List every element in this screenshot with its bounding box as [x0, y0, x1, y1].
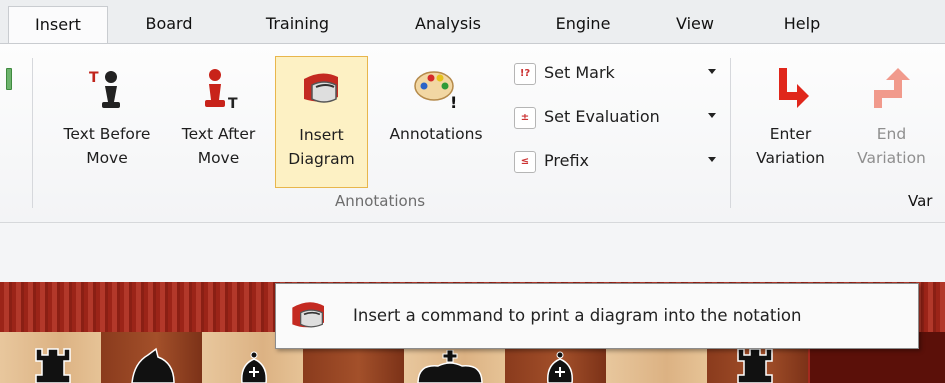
- insert-diagram-label: Insert Diagram: [288, 126, 355, 168]
- annotations-group-label: Annotations: [334, 192, 426, 210]
- svg-text:T: T: [89, 70, 99, 86]
- end-variation-label: End Variation: [857, 125, 926, 167]
- group-separator: [730, 58, 731, 208]
- tooltip: Insert a command to print a diagram into…: [275, 283, 919, 349]
- set-evaluation-button[interactable]: ± Set Evaluation: [510, 103, 722, 133]
- tab-engine[interactable]: Engine: [533, 6, 633, 44]
- black-rook-icon[interactable]: [732, 345, 778, 383]
- diagram-icon: [303, 73, 338, 103]
- tooltip-text: Insert a command to print a diagram into…: [353, 306, 802, 325]
- set-mark-icon: !?: [514, 63, 536, 85]
- prefix-label: Prefix: [544, 151, 589, 170]
- black-bishop-icon[interactable]: [538, 345, 582, 383]
- chevron-down-icon[interactable]: [708, 69, 716, 74]
- text-after-move-label: Text After Move: [181, 125, 256, 167]
- insert-diagram-button[interactable]: Insert Diagram: [275, 56, 368, 188]
- end-variation-button[interactable]: End Variation: [838, 56, 945, 188]
- chevron-down-icon[interactable]: [708, 113, 716, 118]
- tab-view[interactable]: View: [655, 6, 735, 44]
- ribbon-panel: T Text Before Move T Text After Move Ins…: [0, 43, 945, 223]
- tab-training[interactable]: Training: [245, 6, 350, 44]
- black-rook-icon[interactable]: [30, 345, 76, 383]
- ribbon-collapse-marker[interactable]: [6, 68, 12, 90]
- set-mark-label: Set Mark: [544, 63, 615, 82]
- tab-insert[interactable]: Insert: [8, 6, 108, 44]
- tab-analysis[interactable]: Analysis: [393, 6, 503, 44]
- svg-text:T: T: [228, 96, 238, 112]
- ribbon-tab-bar: Insert Board Training Analysis Engine Vi…: [0, 0, 945, 44]
- pawn-text-before-icon: T: [89, 70, 120, 108]
- text-before-move-label: Text Before Move: [63, 125, 151, 167]
- tab-help[interactable]: Help: [762, 6, 842, 44]
- annotations-button[interactable]: ! Annotations: [370, 56, 502, 188]
- prefix-button[interactable]: ≤ Prefix: [510, 147, 722, 177]
- black-king-icon[interactable]: [414, 350, 486, 383]
- text-before-move-button[interactable]: T Text Before Move: [48, 56, 166, 188]
- black-knight-icon[interactable]: [122, 345, 182, 383]
- set-mark-button[interactable]: !? Set Mark: [510, 59, 722, 89]
- enter-variation-button[interactable]: Enter Variation: [743, 56, 838, 188]
- chevron-down-icon[interactable]: [708, 157, 716, 162]
- annotations-label: Annotations: [389, 125, 483, 143]
- pawn-text-after-icon: T: [204, 69, 238, 112]
- enter-arrow-icon: [778, 68, 809, 108]
- variations-group-label: Var: [908, 192, 933, 210]
- palette-icon: !: [414, 71, 457, 112]
- enter-variation-label: Enter Variation: [756, 125, 825, 167]
- group-separator: [32, 58, 33, 208]
- set-evaluation-icon: ±: [514, 107, 536, 129]
- prefix-icon: ≤: [514, 151, 536, 173]
- toolbar-empty-area: [0, 224, 945, 282]
- tab-board[interactable]: Board: [124, 6, 214, 44]
- end-arrow-icon: [873, 68, 910, 108]
- diagram-icon: [292, 302, 324, 328]
- svg-text:!: !: [450, 93, 457, 112]
- set-evaluation-label: Set Evaluation: [544, 107, 660, 126]
- text-after-move-button[interactable]: T Text After Move: [166, 56, 271, 188]
- black-bishop-icon[interactable]: [232, 345, 276, 383]
